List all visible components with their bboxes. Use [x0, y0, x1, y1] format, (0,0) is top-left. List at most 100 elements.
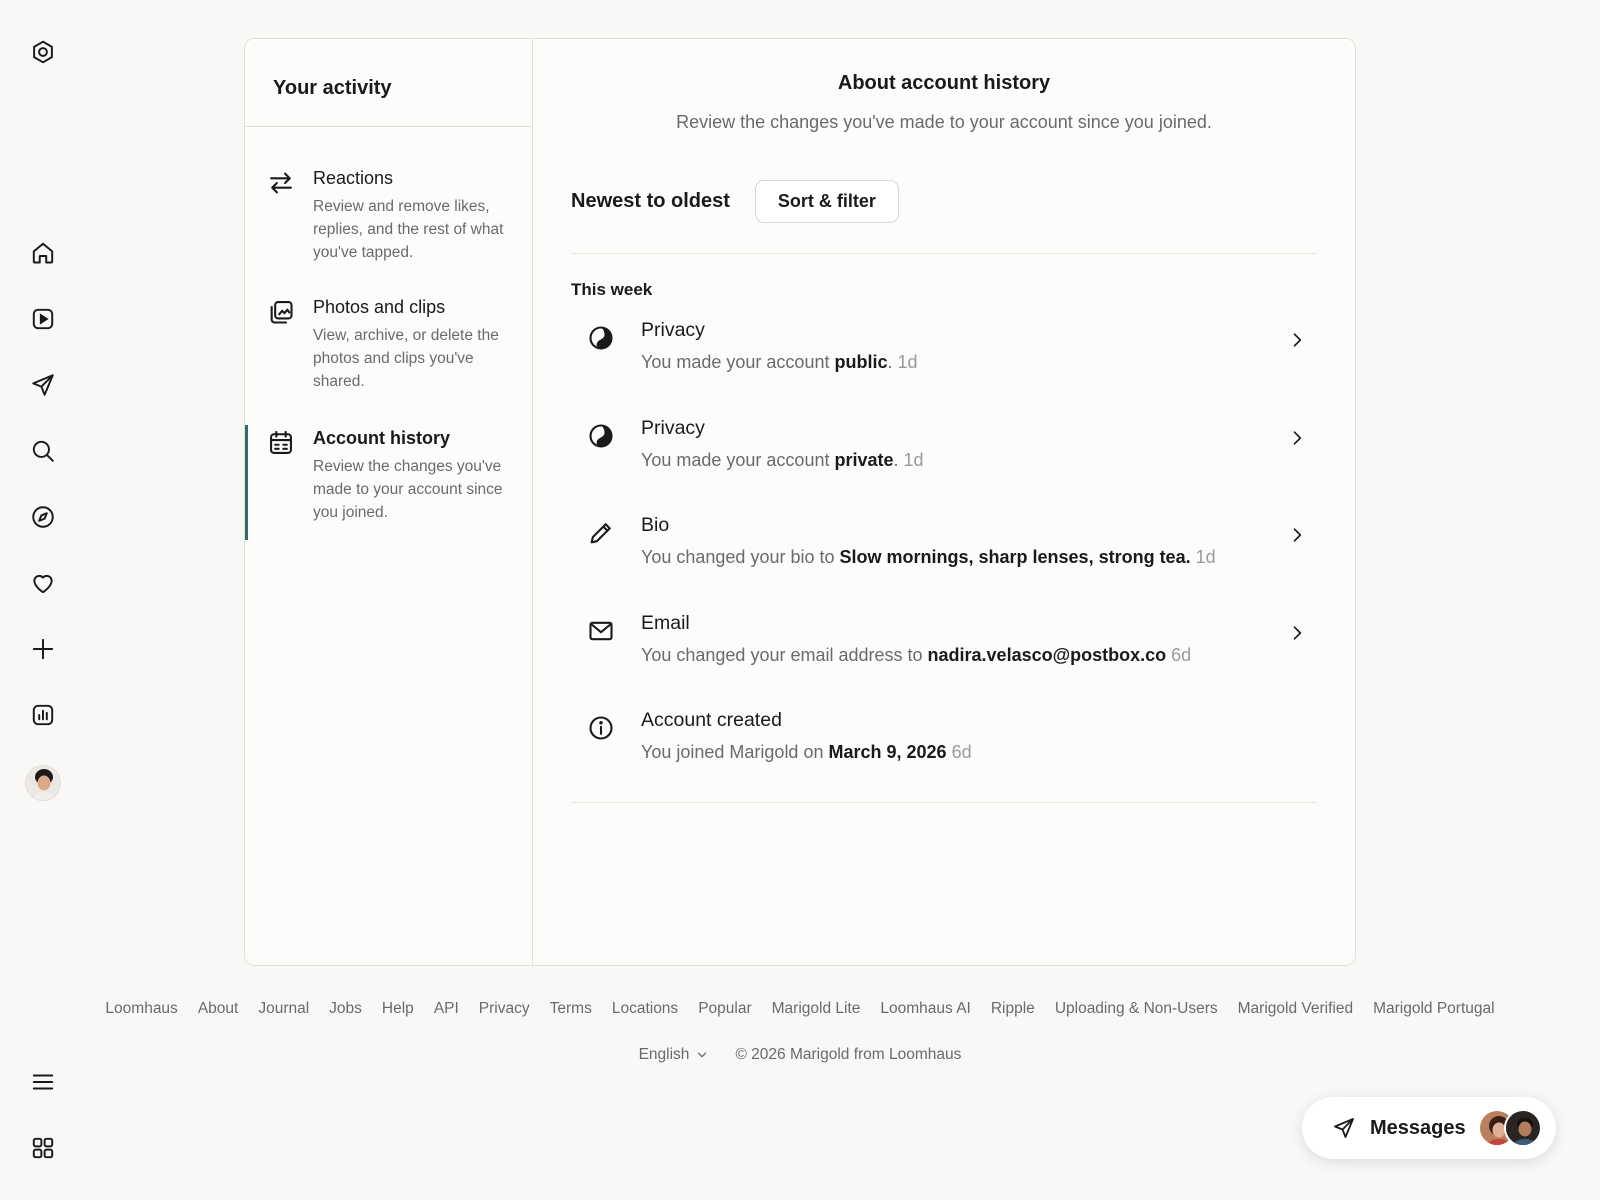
hexagon-logo-icon[interactable] [24, 33, 62, 71]
history-entry-title: Privacy [641, 319, 705, 341]
history-entry[interactable]: Privacy You made your account private. 1d [571, 412, 1317, 510]
entry-age: 6d [1171, 644, 1192, 665]
chevron-down-icon [698, 1052, 707, 1058]
entry-age: 6d [951, 742, 972, 762]
footer-link[interactable]: Journal [258, 1000, 309, 1018]
divider [571, 253, 1317, 254]
description-text: You joined Marigold on [641, 742, 829, 762]
chevron-right-icon[interactable] [1287, 428, 1307, 448]
sidebar-title: Your activity [245, 39, 532, 127]
description-text: You made your account [641, 352, 835, 372]
grid-icon[interactable] [24, 1129, 62, 1167]
sort-row: Newest to oldest Sort & filter [571, 179, 1317, 223]
footer-link[interactable]: Marigold Portugal [1373, 1000, 1494, 1018]
play-icon[interactable] [24, 300, 62, 338]
history-entry[interactable]: Bio You changed your bio to Slow mornings… [571, 509, 1317, 607]
home-icon[interactable] [24, 234, 62, 272]
sidebar-item-description: Review the changes you've made to your a… [313, 458, 503, 521]
footer-link[interactable]: Loomhaus AI [880, 1000, 970, 1018]
footer-link[interactable]: Jobs [329, 1000, 362, 1018]
sidebar-item-reactions[interactable]: Reactions Review and remove likes, repli… [245, 167, 532, 264]
entry-age: 1d [1195, 547, 1216, 567]
footer-link[interactable]: Locations [612, 1000, 678, 1018]
footer-link[interactable]: Popular [698, 1000, 751, 1018]
avatar [1504, 1109, 1542, 1147]
send-icon[interactable] [24, 366, 62, 404]
calendar-icon [267, 429, 295, 457]
footer-links: Loomhaus About Journal Jobs Help API Privacy Te… [0, 1000, 1600, 1018]
sidebar-item-account-history[interactable]: Account history Review the changes you'v… [245, 425, 532, 540]
sidebar-item-label: Account history [313, 428, 451, 448]
footer-link[interactable]: API [434, 1000, 459, 1018]
entry-age: 1d [897, 352, 918, 372]
footer-link[interactable]: Ripple [991, 1000, 1035, 1018]
history-entry-description: You changed your bio to Slow mornings, s… [641, 546, 1317, 568]
history-entry[interactable]: Email You changed your email address to n… [571, 607, 1317, 705]
entry-age: 1d [903, 449, 924, 470]
language-label: English [638, 1046, 690, 1063]
description-suffix: . [893, 449, 899, 470]
footer-link[interactable]: Help [382, 1000, 414, 1018]
language-select[interactable]: English [639, 1046, 710, 1064]
info-icon [587, 714, 615, 742]
search-icon[interactable] [24, 432, 62, 470]
footer-link[interactable]: Marigold Lite [772, 1000, 861, 1018]
chevron-right-icon[interactable] [1287, 623, 1307, 643]
sidebar-item-description: View, archive, or delete the photos and … [313, 327, 499, 390]
avatar[interactable] [25, 765, 61, 801]
description-text: You made your account [641, 449, 835, 470]
description-text: You changed your bio to [641, 547, 840, 567]
privacy-icon [587, 422, 615, 450]
activity-card: Your activity Reactions Review and remov… [244, 38, 1356, 966]
pencil-icon [587, 519, 615, 547]
history-entry-title: Privacy [641, 416, 705, 439]
footer-link[interactable]: Terms [550, 1000, 592, 1018]
sidebar-item-label: Reactions [313, 168, 394, 188]
description-text: You changed your email address to [641, 644, 928, 665]
history-entry[interactable]: Account created You joined Marigold on Ma… [571, 704, 1317, 802]
history-entry-description: You made your account private. 1d [641, 449, 1317, 471]
chart-icon[interactable] [24, 696, 62, 734]
description-suffix: . [887, 352, 893, 372]
message-avatars [1478, 1109, 1542, 1147]
plus-icon[interactable] [24, 630, 62, 668]
heart-icon[interactable] [24, 564, 62, 602]
sort-filter-button[interactable]: Sort & filter [754, 179, 899, 223]
menu-icon[interactable] [24, 1063, 62, 1101]
messages-label: Messages [1370, 1116, 1466, 1139]
footer-link[interactable]: Uploading & Non-Users [1055, 1000, 1218, 1018]
history-entry[interactable]: Privacy You made your account public. 1d [571, 314, 1317, 412]
history-entry-title: Account created [641, 709, 782, 731]
photos-icon [267, 298, 295, 326]
history-entry-description: You joined Marigold on March 9, 2026 6d [641, 741, 1317, 763]
footer-link[interactable]: Loomhaus [105, 1000, 177, 1018]
footer-link[interactable]: Marigold Verified [1238, 1000, 1353, 1018]
copyright: © 2026 Marigold from Loomhaus [735, 1046, 962, 1063]
left-nav-rail [0, 0, 86, 1200]
history-entry-description: You changed your email address to nadira… [641, 644, 1317, 666]
page-subtitle: Review the changes you've made to your a… [676, 112, 1212, 132]
history-entry-title: Bio [641, 514, 670, 536]
sort-order-label: Newest to oldest [571, 189, 730, 212]
chevron-right-icon[interactable] [1287, 525, 1307, 545]
activity-sidebar: Your activity Reactions Review and remov… [245, 39, 533, 965]
description-value: March 9, 2026 [828, 742, 947, 762]
description-value: Slow mornings, sharp lenses, strong tea. [839, 547, 1191, 567]
account-history-panel: About account history Review the changes… [533, 39, 1355, 965]
sidebar-item-label: Photos and clips [313, 297, 446, 317]
history-entry-title: Email [641, 611, 690, 634]
footer-link[interactable]: Privacy [479, 1000, 530, 1018]
messages-button[interactable]: Messages [1302, 1097, 1556, 1159]
footer-link[interactable]: About [198, 1000, 239, 1018]
page-title: About account history [837, 72, 1051, 94]
arrows-swap-icon [267, 169, 295, 197]
description-value: private [834, 449, 894, 470]
section-heading: This week [571, 280, 653, 299]
sidebar-item-photos-and-clips[interactable]: Photos and clips View, archive, or delet… [245, 296, 532, 393]
chevron-right-icon[interactable] [1287, 330, 1307, 350]
sidebar-item-description: Review and remove likes, replies, and th… [313, 198, 504, 261]
history-entry-description: You made your account public. 1d [641, 351, 1317, 373]
compass-icon[interactable] [24, 498, 62, 536]
divider [571, 801, 1317, 803]
history-list: Privacy You made your account public. 1d P… [571, 314, 1317, 802]
